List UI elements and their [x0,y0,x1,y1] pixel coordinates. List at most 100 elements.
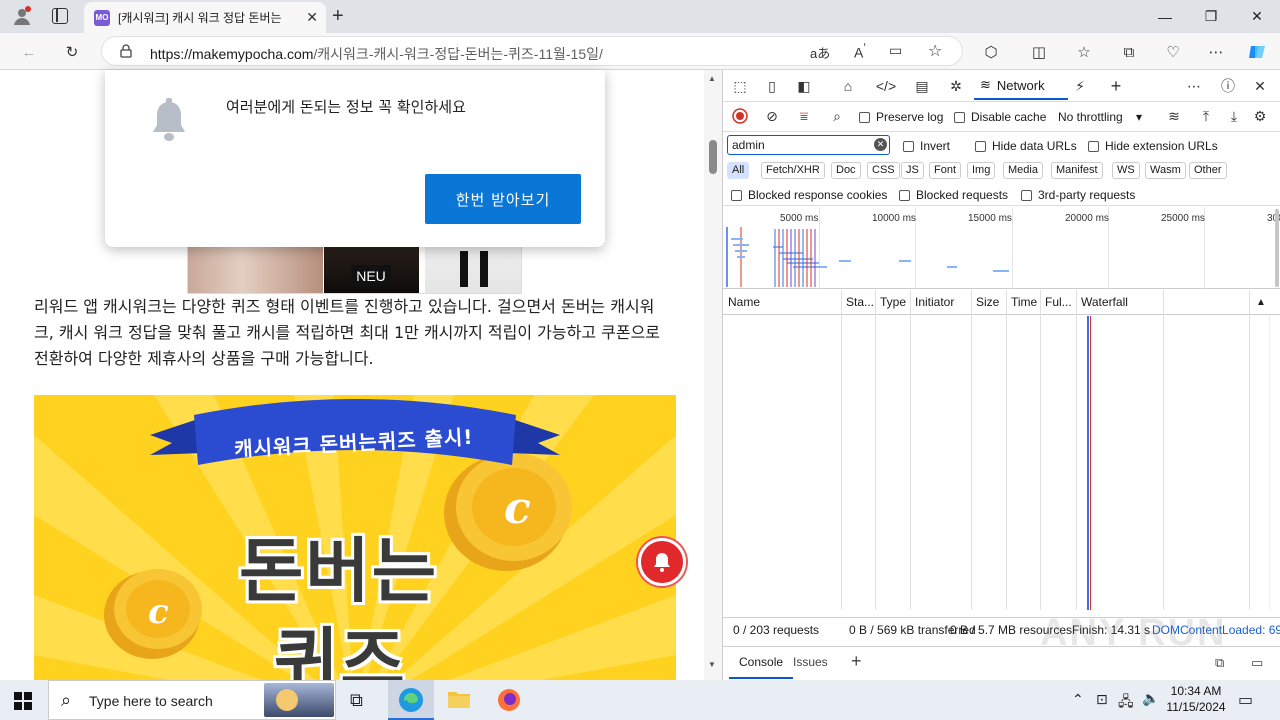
type-filter-wasm[interactable]: Wasm [1145,162,1186,179]
column-initiator[interactable]: Initiator [915,295,954,309]
drawer-close-icon[interactable]: ▭ [1251,655,1263,671]
page-scroll-thumb[interactable] [709,140,717,174]
restore-button[interactable]: ❐ [1188,0,1234,33]
type-filter-other[interactable]: Other [1189,162,1227,179]
export-har-icon[interactable]: ⤓ [1223,106,1245,126]
network-overview-timeline[interactable]: 5000 ms 10000 ms 15000 ms 20000 ms 25000… [723,207,1280,289]
disable-cache-checkbox[interactable]: Disable cache [954,110,1046,124]
taskbar-file-explorer-icon[interactable] [447,689,471,709]
drawer-add-icon[interactable]: + [851,651,862,672]
performance-icon[interactable]: ⚡ [1069,76,1091,96]
sources-bug-icon[interactable]: ✲ [945,76,967,96]
drawer-tab-issues[interactable]: Issues [793,655,828,669]
column-time[interactable]: Time [1011,295,1037,309]
console-icon[interactable]: ▤ [911,76,933,96]
type-filter-manifest[interactable]: Manifest [1051,162,1103,179]
tab-actions-icon[interactable] [52,8,68,24]
column-type[interactable]: Type [880,295,906,309]
filter-clear-icon[interactable]: ✕ [874,138,887,151]
help-icon[interactable]: ⓘ [1217,76,1239,96]
third-party-requests-checkbox[interactable]: 3rd-party requests [1021,188,1135,202]
quiz-banner-image[interactable]: c c 캐시워크 돈버는퀴즈 출시! 돈버는 퀴즈 [34,395,676,680]
column-fulfilled[interactable]: Ful... [1045,295,1072,309]
scroll-up-icon[interactable]: ▲ [708,74,716,83]
network-conditions-icon[interactable]: ≋ [1163,106,1185,126]
browser-essentials-icon[interactable]: ♡ [1162,41,1184,63]
extensions-icon[interactable]: ⬡ [980,41,1002,63]
device-emulation-icon[interactable]: ▯ [761,76,783,96]
type-filter-js[interactable]: JS [901,162,924,179]
filter-icon[interactable]: ⩸ [793,106,815,126]
taskbar-edge-icon[interactable] [388,680,434,720]
invert-checkbox[interactable]: Invert [903,139,950,153]
new-tab-icon[interactable]: + [332,5,344,28]
drawer-tab-console[interactable]: Console [729,647,794,679]
scroll-down-icon[interactable]: ▼ [708,660,716,669]
search-icon[interactable]: ⌕ [826,106,848,126]
type-filter-img[interactable]: Img [967,162,996,179]
type-filter-doc[interactable]: Doc [831,162,861,179]
devtools-close-icon[interactable]: ✕ [1249,76,1271,96]
refresh-icon[interactable]: ↻ [61,41,83,63]
start-windows-icon[interactable] [14,692,32,710]
blocked-response-cookies-checkbox[interactable]: Blocked response cookies [731,188,887,202]
tab-close-icon[interactable]: ✕ [306,9,318,26]
taskbar-clock[interactable]: 10:34 AM 11/15/2024 [1160,683,1232,715]
tab-active[interactable]: MO [캐시워크] 캐시 워크 정답 돈버는 ✕ [84,2,326,33]
import-har-icon[interactable]: ⤒ [1195,106,1217,126]
url-text[interactable]: https://makemypocha.com/캐시워크-캐시-워크-정답-돈버… [150,44,603,64]
address-bar[interactable]: https://makemypocha.com/캐시워크-캐시-워크-정답-돈버… [101,36,963,66]
split-screen-icon[interactable]: ◫ [1028,41,1050,63]
subscribe-button[interactable]: 한번 받아보기 [425,174,581,224]
taskbar-firefox-icon[interactable] [497,688,521,712]
task-view-icon[interactable]: ⧉ [350,690,363,711]
tray-app-icon[interactable]: ⊡ [1096,691,1108,708]
tray-chevron-up-icon[interactable]: ⌃ [1072,691,1084,708]
copilot-icon[interactable] [1246,41,1268,63]
type-filter-all[interactable]: All [727,162,750,179]
page-scrollbar[interactable]: ▲ ▼ [704,70,722,680]
more-menu-icon[interactable]: ⋯ [1205,41,1227,63]
lock-icon[interactable] [120,44,132,58]
requests-table-scrollbar[interactable] [1269,316,1280,610]
collections-icon[interactable]: ⧉ [1118,41,1140,63]
sort-up-icon[interactable]: ▲ [1256,297,1266,308]
blocked-requests-checkbox[interactable]: Blocked requests [899,188,1008,202]
clear-icon[interactable]: ⊘ [761,106,783,126]
translate-icon[interactable]: aあ [810,43,830,62]
taskbar-search-box[interactable]: ⌕ Type here to search [48,680,336,720]
back-icon[interactable]: ← [18,41,40,63]
type-filter-css[interactable]: CSS [867,162,900,179]
elements-icon[interactable]: </> [875,76,897,96]
read-aloud-icon[interactable]: Aʼ [854,42,866,61]
devtools-more-icon[interactable]: ⋯ [1183,76,1205,96]
column-size[interactable]: Size [976,295,999,309]
hide-data-urls-checkbox[interactable]: Hide data URLs [975,139,1077,153]
welcome-home-icon[interactable]: ⌂ [837,76,859,96]
network-settings-gear-icon[interactable]: ⚙ [1249,106,1271,126]
drawer-undock-icon[interactable]: ⧉ [1215,655,1224,671]
notification-bell-button[interactable] [638,538,686,586]
notifications-icon[interactable]: ▭ [1238,690,1253,710]
preserve-log-checkbox[interactable]: Preserve log [859,110,943,124]
minimize-button[interactable]: — [1142,0,1188,33]
column-waterfall[interactable]: Waterfall [1081,295,1128,309]
immersive-reader-icon[interactable]: ▭ [889,42,902,59]
type-filter-fetch-xhr[interactable]: Fetch/XHR [761,162,825,179]
favorites-icon[interactable]: ☆ [1073,41,1095,63]
overview-scrollbar[interactable] [1275,209,1279,287]
type-filter-ws[interactable]: WS [1112,162,1140,179]
column-status[interactable]: Sta... [846,295,874,309]
column-name[interactable]: Name [728,295,760,309]
tab-network[interactable]: ≋ Network [974,72,1068,100]
filter-input[interactable]: admin [727,135,890,155]
inspect-element-icon[interactable]: ⬚ [729,76,751,96]
close-window-button[interactable]: ✕ [1234,0,1280,33]
more-tools-plus-icon[interactable]: + [1105,76,1127,96]
hide-extension-urls-checkbox[interactable]: Hide extension URLs [1088,139,1218,153]
volume-icon[interactable]: 🔈 [1142,690,1159,707]
type-filter-font[interactable]: Font [929,162,962,179]
record-icon[interactable] [729,106,751,126]
profile-avatar-icon[interactable] [12,6,32,26]
favorite-star-icon[interactable]: ☆ [928,41,942,61]
